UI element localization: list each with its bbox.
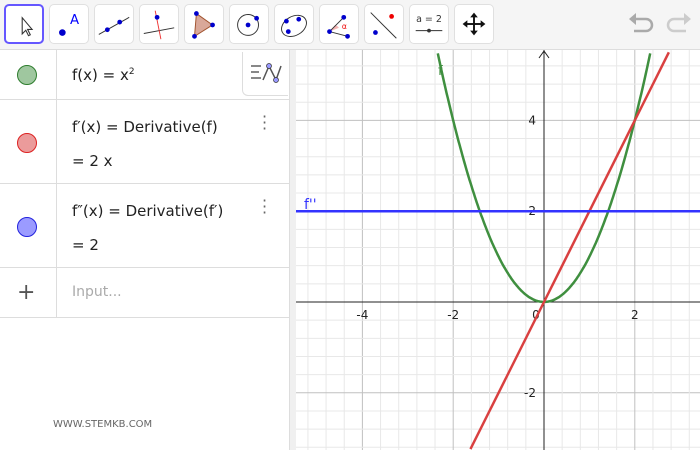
- x-tick-label: -2: [447, 308, 459, 322]
- svg-text:α: α: [342, 22, 347, 31]
- algebra-input[interactable]: Input...: [72, 284, 122, 300]
- definition-f-double-prime[interactable]: f″(x) = Derivative(f′): [72, 202, 223, 220]
- algebra-style-button[interactable]: [242, 52, 288, 96]
- point-icon: A: [59, 13, 79, 36]
- value-f-double-prime: = 2: [72, 236, 99, 254]
- move-graphics-tool-button[interactable]: [454, 4, 494, 44]
- panel-divider[interactable]: [289, 50, 296, 450]
- polygon-tool-button[interactable]: [184, 4, 224, 44]
- add-cell: +: [0, 268, 57, 317]
- reflect-tool-button[interactable]: [364, 4, 404, 44]
- ellipse-icon: [281, 14, 307, 37]
- svg-text:A: A: [70, 13, 79, 28]
- x-tick-label: -4: [356, 308, 368, 322]
- label-f-double-prime: f'': [304, 197, 317, 213]
- algebra-view: f(x) = x2 f′(x) = Derivative(f) = 2 x · ·…: [0, 50, 289, 450]
- angle-icon: α: [327, 14, 350, 39]
- visibility-cell: [0, 50, 57, 99]
- visibility-toggle-f[interactable]: [17, 65, 37, 85]
- arrow-cursor-icon: [21, 16, 34, 37]
- move-tool-button[interactable]: [4, 4, 44, 44]
- perpendicular-tool-button[interactable]: [139, 4, 179, 44]
- y-tick-label: -2: [524, 386, 536, 400]
- visibility-cell: [0, 184, 57, 267]
- slider-icon: a = 2: [415, 14, 443, 33]
- watermark: WWW.STEMKB.COM: [53, 419, 153, 430]
- algebra-description-icon: [251, 63, 282, 83]
- move-arrows-icon: [462, 12, 486, 36]
- input-row[interactable]: + Input...: [0, 268, 289, 318]
- line-tool-button[interactable]: [94, 4, 134, 44]
- more-options-icon[interactable]: · · ·: [262, 193, 268, 221]
- value-f-prime: = 2 x: [72, 152, 113, 170]
- line-icon: [98, 16, 130, 35]
- point-tool-button[interactable]: A: [49, 4, 89, 44]
- circle-tool-button[interactable]: [229, 4, 269, 44]
- toolbar: A α a = 2: [0, 0, 700, 50]
- redo-icon: [666, 13, 691, 33]
- svg-text:a = 2: a = 2: [416, 14, 442, 25]
- visibility-toggle-f-double-prime[interactable]: [17, 217, 37, 237]
- algebra-item-f-double-prime[interactable]: f″(x) = Derivative(f′) = 2 · · ·: [0, 184, 289, 268]
- x-tick-label: 2: [631, 308, 639, 322]
- exponent: 2: [128, 67, 135, 77]
- undo-icon: [629, 13, 654, 33]
- polygon-icon: [192, 11, 215, 39]
- graph-f-prime: [469, 51, 670, 450]
- circle-icon: [237, 14, 259, 36]
- graphics-view[interactable]: -4-20242-2ff'': [296, 50, 700, 450]
- definition-f[interactable]: f(x) = x2: [72, 66, 135, 84]
- definition-f-prime[interactable]: f′(x) = Derivative(f): [72, 118, 218, 136]
- redo-button[interactable]: [664, 10, 694, 40]
- conic-tool-button[interactable]: [274, 4, 314, 44]
- more-options-icon[interactable]: · · ·: [262, 109, 268, 137]
- reflect-icon: [370, 12, 397, 39]
- visibility-toggle-f-prime[interactable]: [17, 133, 37, 153]
- undo-button[interactable]: [626, 10, 656, 40]
- perpendicular-line-icon: [143, 10, 175, 40]
- plus-icon[interactable]: +: [17, 280, 35, 305]
- angle-tool-button[interactable]: α: [319, 4, 359, 44]
- algebra-item-f-prime[interactable]: f′(x) = Derivative(f) = 2 x · · ·: [0, 100, 289, 184]
- label-f: f: [438, 64, 443, 79]
- visibility-cell: [0, 100, 57, 183]
- definition-text: f(x) = x: [72, 66, 129, 84]
- slider-tool-button[interactable]: a = 2: [409, 4, 449, 44]
- y-tick-label: 4: [528, 113, 536, 127]
